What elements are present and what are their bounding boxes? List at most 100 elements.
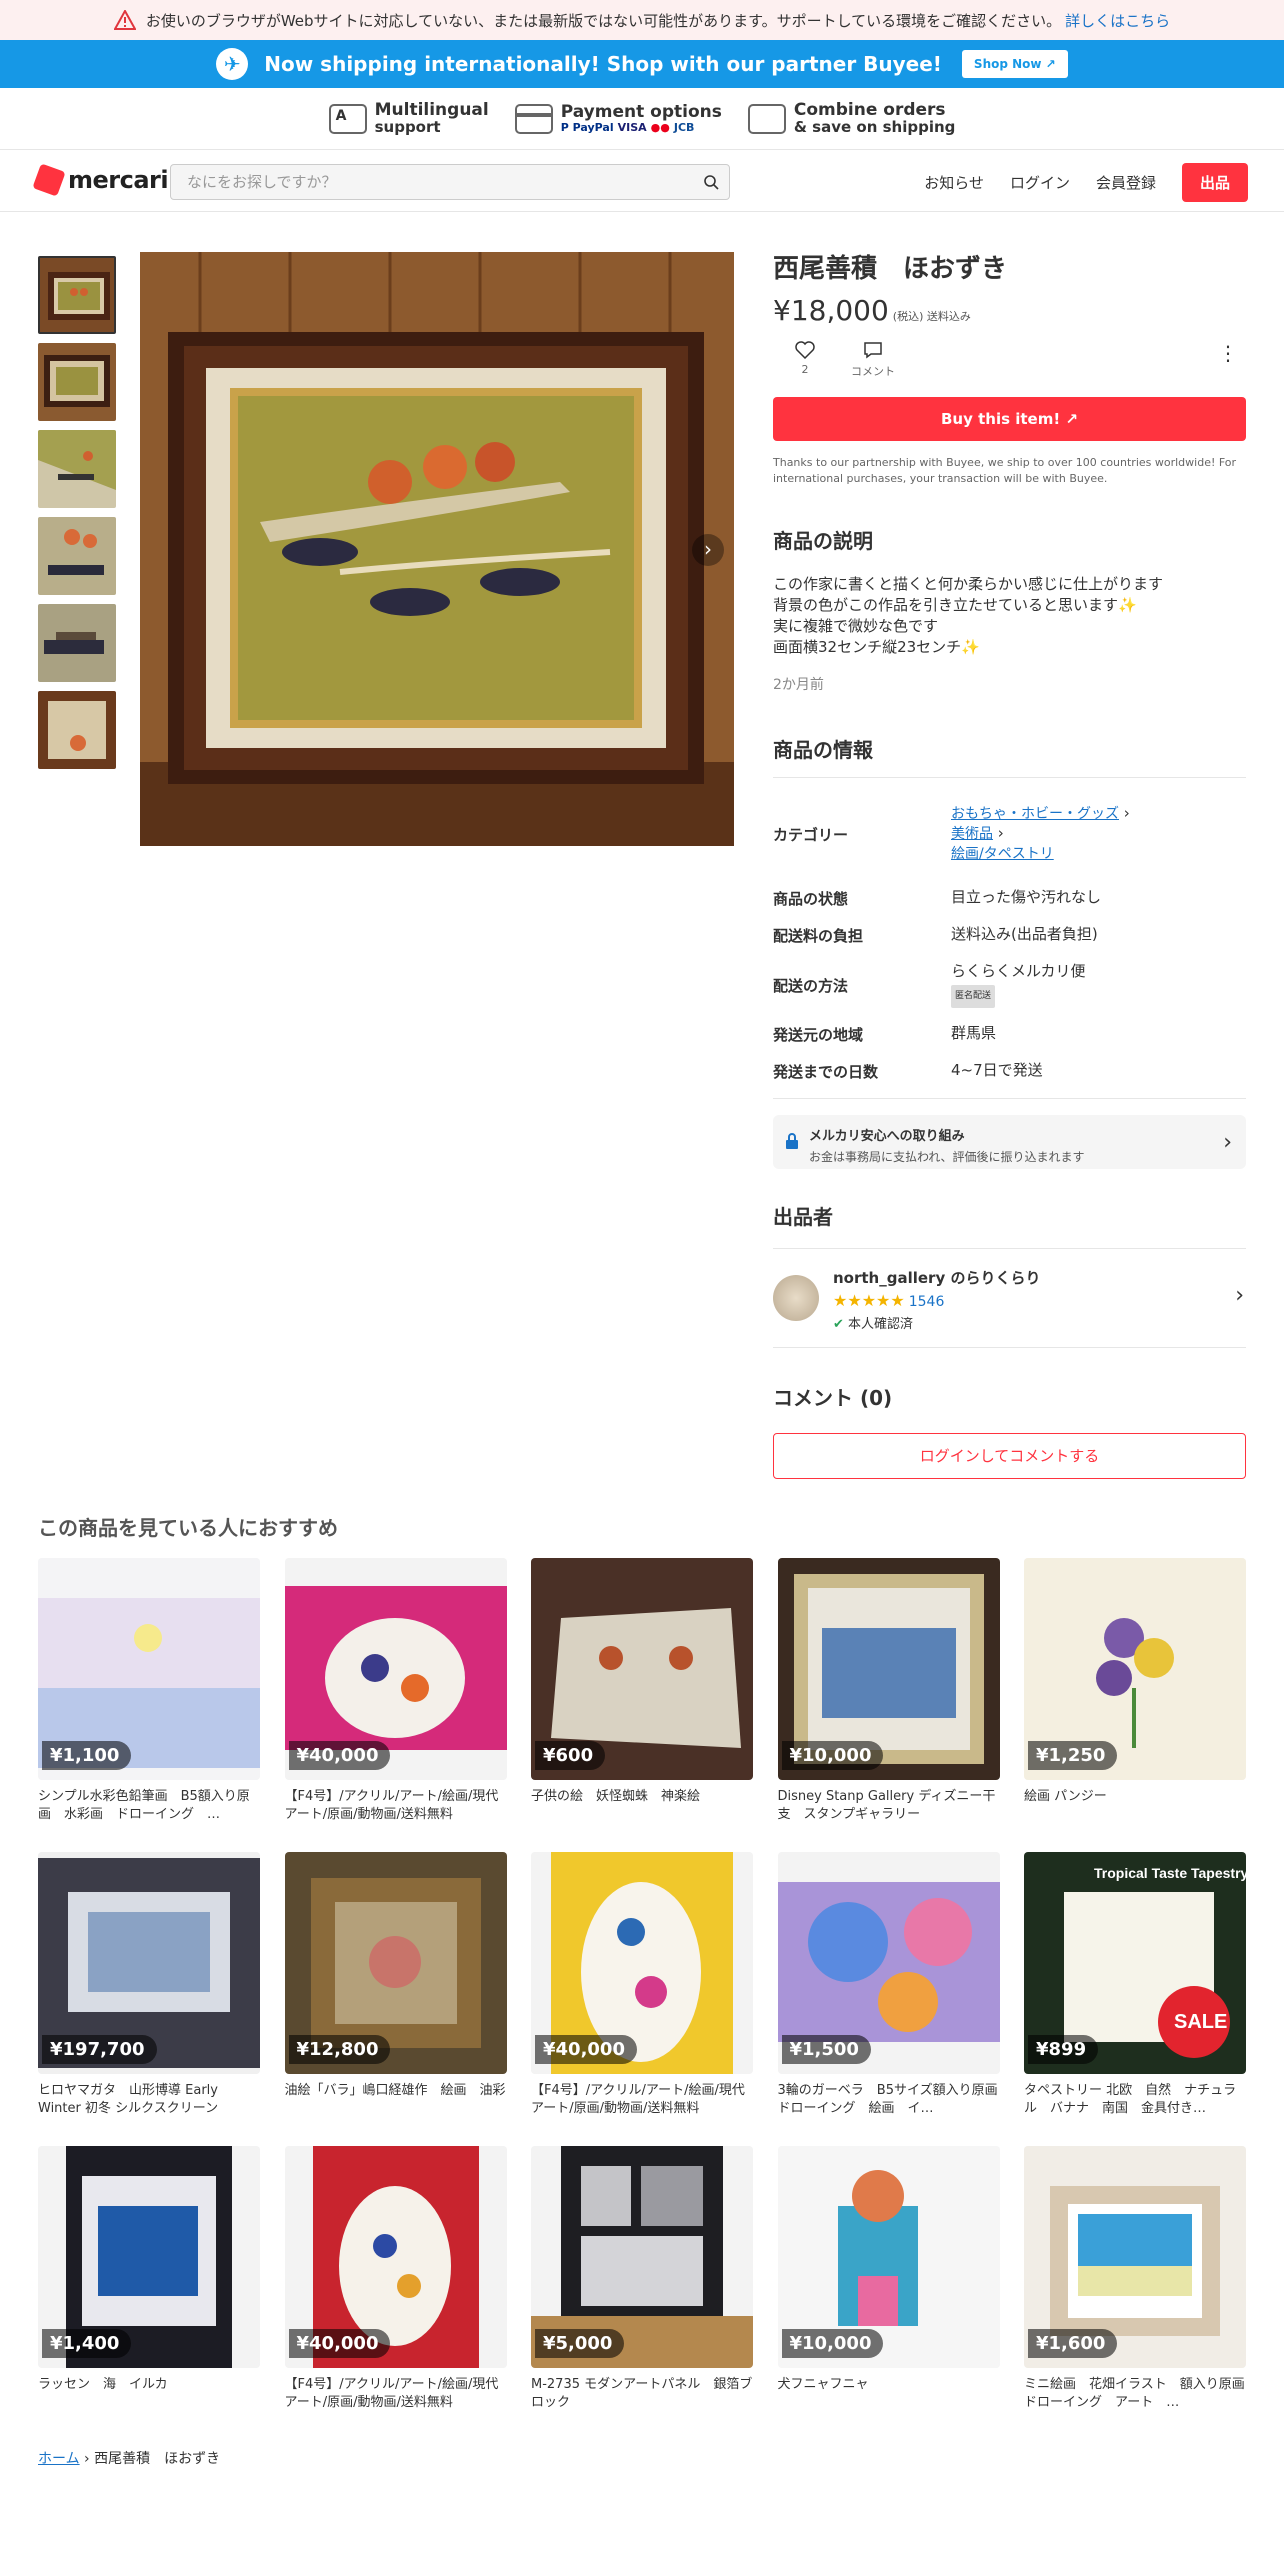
airplane-icon: ✈: [216, 48, 249, 80]
description-line: この作家に書くと描くと何か柔らかい感じに仕上がります: [773, 575, 1164, 593]
price-tag: ¥1,250: [1028, 1741, 1118, 1770]
visa-logo: VISA: [617, 121, 647, 134]
posted-time: 2か月前: [773, 677, 824, 693]
info-label: 商品の状態: [773, 890, 849, 908]
info-label: 発送元の地域: [773, 1026, 864, 1044]
paypal-logo: P PayPal: [560, 121, 614, 134]
info-label: 配送料の負担: [773, 927, 864, 945]
nav-notifications[interactable]: お知らせ: [924, 172, 984, 193]
recommend-card[interactable]: ¥1,100 シンプル水彩色鉛筆画 B5額入り原画 水彩画 ドローイング …: [38, 1558, 260, 1852]
thumbnail-image[interactable]: [38, 517, 116, 595]
card-title: 【F4号】/アクリル/アート/絵画/現代アート/原画/動物画/送料無料: [531, 2083, 745, 2116]
item-description: この作家に書くと描くと何か柔らかい感じに仕上がります 背景の色がこの作品を引き立…: [773, 574, 1246, 658]
info-row-condition: 商品の状態 目立った傷や汚れなし: [773, 888, 1246, 909]
info-row-origin: 発送元の地域 群馬県: [773, 1024, 1246, 1045]
price-tag: ¥1,600: [1028, 2329, 1118, 2358]
info-row-days: 発送までの日数 4~7日で発送: [773, 1061, 1246, 1082]
star-icons: ★★★★★: [833, 1291, 905, 1310]
thumbnail-image[interactable]: [38, 604, 116, 682]
category-link[interactable]: 絵画/タペストリ: [951, 846, 1054, 862]
info-value: らくらくメルカリ便: [951, 962, 1086, 980]
shipping-banner[interactable]: ✈ Now shipping internationally! Shop wit…: [0, 40, 1284, 88]
warning-link[interactable]: 詳しくはこちら: [1065, 10, 1170, 31]
feature-combine: Combine orders & save on shipping: [747, 101, 955, 136]
recommend-card[interactable]: ¥1,500 3輪のガーベラ B5サイズ額入り原画 ドローイング 絵画 イ…: [777, 1852, 1000, 2146]
item-actions: 2 コメント ⋮: [773, 341, 1246, 387]
price-tag: ¥10,000: [781, 2329, 884, 2358]
main-product-image[interactable]: ›: [140, 252, 734, 846]
more-options-icon[interactable]: ⋮: [1218, 341, 1238, 365]
logo-text: mercari: [68, 166, 169, 194]
description-line: 画面横32センチ縦23センチ✨: [773, 638, 980, 656]
divider: [773, 777, 1246, 778]
recommend-card[interactable]: ¥1,600 ミニ絵画 花畑イラスト 額入り原画 ドローイング アート …: [1024, 2146, 1246, 2440]
safety-info-link[interactable]: メルカリ安心への取り組み お金は事務局に支払われ、評価後に振り込まれます ›: [773, 1115, 1246, 1169]
recommend-card[interactable]: ¥12,800 油絵「バラ」嶋口経雄作 絵画 油彩: [284, 1852, 507, 2146]
like-button[interactable]: 2: [795, 341, 815, 376]
price-tag: ¥1,100: [42, 1741, 132, 1770]
recommend-card[interactable]: ¥1,250 絵画 パンジー: [1024, 1558, 1246, 1852]
anonymous-badge: 匿名配送: [951, 985, 996, 1008]
recommend-card[interactable]: ¥1,400 ラッセン 海 イルカ: [38, 2146, 260, 2440]
recommend-card[interactable]: ¥10,000 犬フニャフニャ: [777, 2146, 1000, 2440]
shop-now-button[interactable]: Shop Now ↗: [961, 50, 1068, 78]
login-comment-button[interactable]: ログインしてコメントする: [773, 1433, 1246, 1479]
info-value: 4~7日で発送: [951, 1061, 1043, 1079]
sell-button[interactable]: 出品: [1181, 163, 1248, 202]
search-input[interactable]: なにをお探しですか？: [170, 164, 730, 200]
avatar: [773, 1275, 819, 1321]
feature-subtitle: support: [374, 118, 441, 136]
next-image-button[interactable]: ›: [692, 534, 724, 566]
thumbnail-image[interactable]: [38, 343, 116, 421]
nav-login[interactable]: ログイン: [1010, 172, 1070, 193]
warning-text: お使いのブラウザがWebサイトに対応していない、または最新版ではない可能性があり…: [145, 11, 1062, 30]
painting-image: [140, 252, 734, 846]
recommend-card[interactable]: ¥40,000 【F4号】/アクリル/アート/絵画/現代アート/原画/動物画/送料…: [531, 1852, 753, 2146]
recommend-card[interactable]: ¥600 子供の絵 妖怪蜘蛛 神楽絵: [531, 1558, 753, 1852]
buy-button[interactable]: Buy this item! ↗: [773, 397, 1246, 441]
price-tag: ¥40,000: [535, 2035, 637, 2064]
breadcrumb-home[interactable]: ホーム: [38, 2451, 80, 2467]
header: mercari なにをお探しですか？ お知らせ ログイン 会員登録 出品: [0, 150, 1284, 212]
rating-count: 1546: [908, 1294, 945, 1310]
feature-multilingual: A Multilingual support: [328, 101, 489, 136]
recommend-card[interactable]: SALE Tropical Taste Tapestry ¥899 タペストリー 北欧…: [1024, 1852, 1246, 2146]
recommend-card[interactable]: ¥40,000 【F4号】/アクリル/アート/絵画/現代アート/原画/動物画/送料…: [284, 2146, 507, 2440]
shipping-text: Now shipping internationally! Shop with …: [264, 52, 942, 76]
info-label: 配送の方法: [773, 976, 849, 995]
comment-button[interactable]: コメント: [851, 341, 895, 379]
svg-text:Tropical Taste Tapestry: Tropical Taste Tapestry: [1094, 1865, 1246, 1881]
info-value: 群馬県: [951, 1024, 997, 1042]
item-price: ¥18,000 (税込) 送料込み: [773, 294, 1246, 327]
nav-signup[interactable]: 会員登録: [1096, 172, 1156, 193]
thumbnail-image[interactable]: [38, 691, 116, 769]
search-icon[interactable]: [703, 174, 719, 190]
price-tag: ¥197,700: [42, 2035, 157, 2064]
search-placeholder: なにをお探しですか？: [187, 173, 337, 191]
logo-mark-icon: [32, 163, 66, 197]
card-title: シンプル水彩色鉛筆画 B5額入り原画 水彩画 ドローイング …: [38, 1789, 250, 1822]
card-title: ラッセン 海 イルカ: [38, 2377, 168, 2392]
description-line: 実に複雑で微妙な色です: [773, 617, 939, 635]
mercari-logo[interactable]: mercari: [32, 163, 169, 197]
mastercard-logo: ●●: [650, 121, 670, 134]
price-value: ¥18,000: [773, 294, 889, 327]
seller-card[interactable]: north_gallery のらりくらり ★★★★★ 1546 ✔ 本人確認済 ›: [773, 1248, 1246, 1348]
recommend-card[interactable]: ¥197,700 ヒロヤマガタ 山形博導 Early Winter 初冬 シルクス…: [38, 1852, 260, 2146]
card-title: 3輪のガーベラ B5サイズ額入り原画 ドローイング 絵画 イ…: [777, 2083, 1000, 2116]
thumbnail-image[interactable]: [38, 430, 116, 508]
info-row-shipping-fee: 配送料の負担 送料込み(出品者負担): [773, 925, 1246, 946]
recommend-card[interactable]: ¥40,000 【F4号】/アクリル/アート/絵画/現代アート/原画/動物画/送料…: [284, 1558, 507, 1852]
item-detail: 西尾善積 ほおずき ¥18,000 (税込) 送料込み 2 コメント ⋮ Buy …: [773, 252, 1246, 1479]
divider: [773, 1098, 1246, 1099]
recommend-card[interactable]: ¥5,000 M-2735 モダンアートパネル 銀箔ブロック: [531, 2146, 753, 2440]
like-count: 2: [801, 363, 809, 376]
category-link[interactable]: おもちゃ・ホビー・グッズ: [951, 806, 1119, 822]
category-link[interactable]: 美術品: [951, 826, 993, 842]
chevron-right-icon: ›: [1223, 1130, 1232, 1155]
price-tag: ¥899: [1028, 2035, 1099, 2064]
rating-stars: ★★★★★ 1546: [833, 1291, 944, 1310]
thumbnail-image[interactable]: [38, 256, 116, 334]
recommend-card[interactable]: ¥10,000 Disney Stanp Gallery ディズニー干支 スタンプ…: [777, 1558, 1000, 1852]
comments-heading: コメント (0): [773, 1386, 893, 1410]
